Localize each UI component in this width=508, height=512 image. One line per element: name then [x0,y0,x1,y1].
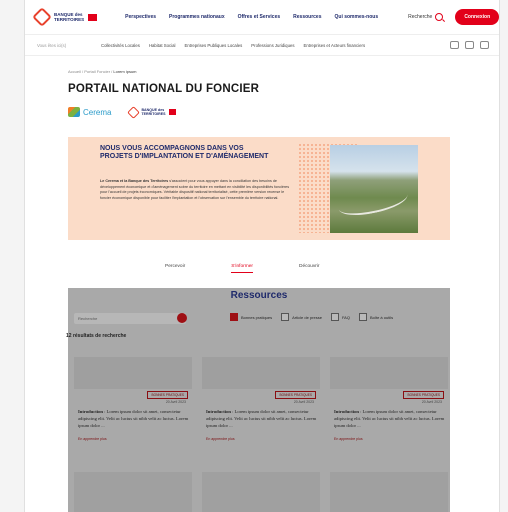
main-nav: Perspectives Programmes nationaux Offres… [125,14,378,20]
tab-percevoir[interactable]: Percevoir [165,264,185,273]
mail-icon[interactable] [465,41,474,49]
card-image [330,357,448,389]
tab-sinformer[interactable]: S'informer [231,264,253,273]
landscape-photo [330,145,418,233]
subnav-collectivites[interactable]: Collectivités Locales [101,43,140,48]
ressources-title: Ressources [230,290,288,301]
cerema-mark-icon [68,107,80,117]
section-tabs: Percevoir S'informer Découvrir [165,264,320,273]
card-more-link[interactable]: En apprendre plus [334,437,363,441]
filter-boite-outils[interactable]: Boîte à outils [358,313,393,321]
breadcrumb: Accueil / Portail Foncier / Lorem ipsum [68,69,137,74]
hero-banner: NOUS VOUS ACCOMPAGNONS DANS VOS PROJETS … [68,137,450,240]
resource-card-placeholder [330,472,448,512]
filter-bonnes-pratiques[interactable]: Bonnes pratiques [230,313,272,321]
nav-qui-sommes-nous[interactable]: Qui sommes-nous [335,14,379,20]
connexion-button[interactable]: Connexion [455,9,499,25]
card-more-link[interactable]: En apprendre plus [206,437,235,441]
flag-icon [88,13,98,21]
card-date: 20 Avril 2023 [165,400,186,404]
page: BANQUE des TERRITOIRES Perspectives Prog… [24,0,500,512]
bdt-logo: BANQUE des TERRITOIRES [127,105,176,119]
page-title: PORTAIL NATIONAL DU FONCIER [68,83,260,95]
cerema-logo: Cerema [68,107,111,117]
partner-logos: Cerema BANQUE des TERRITOIRES [68,105,499,119]
subnav-epl[interactable]: Entreprises Publiques Locales [184,43,242,48]
checkbox[interactable] [358,313,367,321]
card-badge: BONNES PRATIQUES [275,391,316,399]
tab-decouvrir[interactable]: Découvrir [299,264,320,273]
breadcrumb-current: Lorem ipsum [113,69,137,74]
breadcrumb-home[interactable]: Accueil [68,69,81,74]
hero-heading: NOUS VOUS ACCOMPAGNONS DANS VOS PROJETS … [100,145,269,161]
resource-card[interactable]: BONNES PRATIQUES 20 Avril 2023 Introduct… [202,357,320,469]
card-image [74,357,192,389]
search-label: Recherche [408,14,433,20]
sub-nav: Vous êtes ici(s) Collectivités Locales H… [25,35,499,56]
results-count: 12 résultats de recherche [66,333,127,339]
checkbox[interactable] [330,313,339,321]
logo-hex-icon [32,7,52,27]
resource-card-placeholder [74,472,192,512]
window-margin-left [0,0,24,512]
hero-text-bold: Le Cerema et la Banque des Territoires [100,179,169,183]
accessibility-icon[interactable] [480,41,489,49]
card-badge: BONNES PRATIQUES [147,391,188,399]
filter-checkboxes: Bonnes pratiques Article de presse FAQ B… [230,313,393,321]
bdt-hex-icon [127,105,141,119]
checkbox-checked[interactable] [230,313,238,321]
card-date: 20 Avril 2023 [293,400,314,404]
ressources-search-button[interactable] [177,313,187,323]
card-excerpt: Introduction : Lorem ipsum dolor sit ame… [78,409,189,429]
resource-card-placeholder [202,472,320,512]
filter-article-presse[interactable]: Article de presse [281,313,322,321]
card-excerpt: Introduction : Lorem ipsum dolor sit ame… [206,409,317,429]
nav-perspectives[interactable]: Perspectives [125,14,156,20]
breadcrumb-section[interactable]: Portail Foncier [84,69,110,74]
card-badge: BONNES PRATIQUES [403,391,444,399]
card-image [202,357,320,389]
card-more-link[interactable]: En apprendre plus [78,437,107,441]
search-button[interactable]: Recherche [408,13,444,21]
ressources-section: Ressources Recherche Bonnes pratiques Ar… [66,288,450,512]
subnav-habitat[interactable]: Habitat Social [149,43,176,48]
subnav-entreprises[interactable]: Entreprises et Acteurs financiers [304,43,366,48]
nav-offres[interactable]: Offres et Services [238,14,281,20]
card-excerpt: Introduction : Lorem ipsum dolor sit ame… [334,409,445,429]
logo-line2: TERRITOIRES [54,17,85,22]
audience-label: Vous êtes ici(s) [37,42,67,48]
header: BANQUE des TERRITOIRES Perspectives Prog… [25,0,499,35]
brand-logo[interactable]: BANQUE des TERRITOIRES [32,7,98,27]
cerema-name: Cerema [83,107,112,117]
checkbox[interactable] [281,313,290,321]
nav-ressources[interactable]: Ressources [293,14,321,20]
resource-card[interactable]: BONNES PRATIQUES 20 Avril 2023 Introduct… [330,357,448,469]
hero-text: Le Cerema et la Banque des Territoires s… [100,179,290,201]
ressources-search-input[interactable]: Recherche [74,313,186,324]
search-icon [435,13,444,21]
card-date: 20 Avril 2023 [421,400,442,404]
bdt-line2: TERRITOIRES [141,112,166,116]
filter-faq[interactable]: FAQ [330,313,350,321]
flag-icon [168,109,176,115]
share-icon[interactable] [450,41,459,49]
nav-programmes[interactable]: Programmes nationaux [169,14,225,20]
resource-card[interactable]: BONNES PRATIQUES 20 Avril 2023 Introduct… [74,357,192,469]
subnav-professions[interactable]: Professions Juridiques [251,43,294,48]
